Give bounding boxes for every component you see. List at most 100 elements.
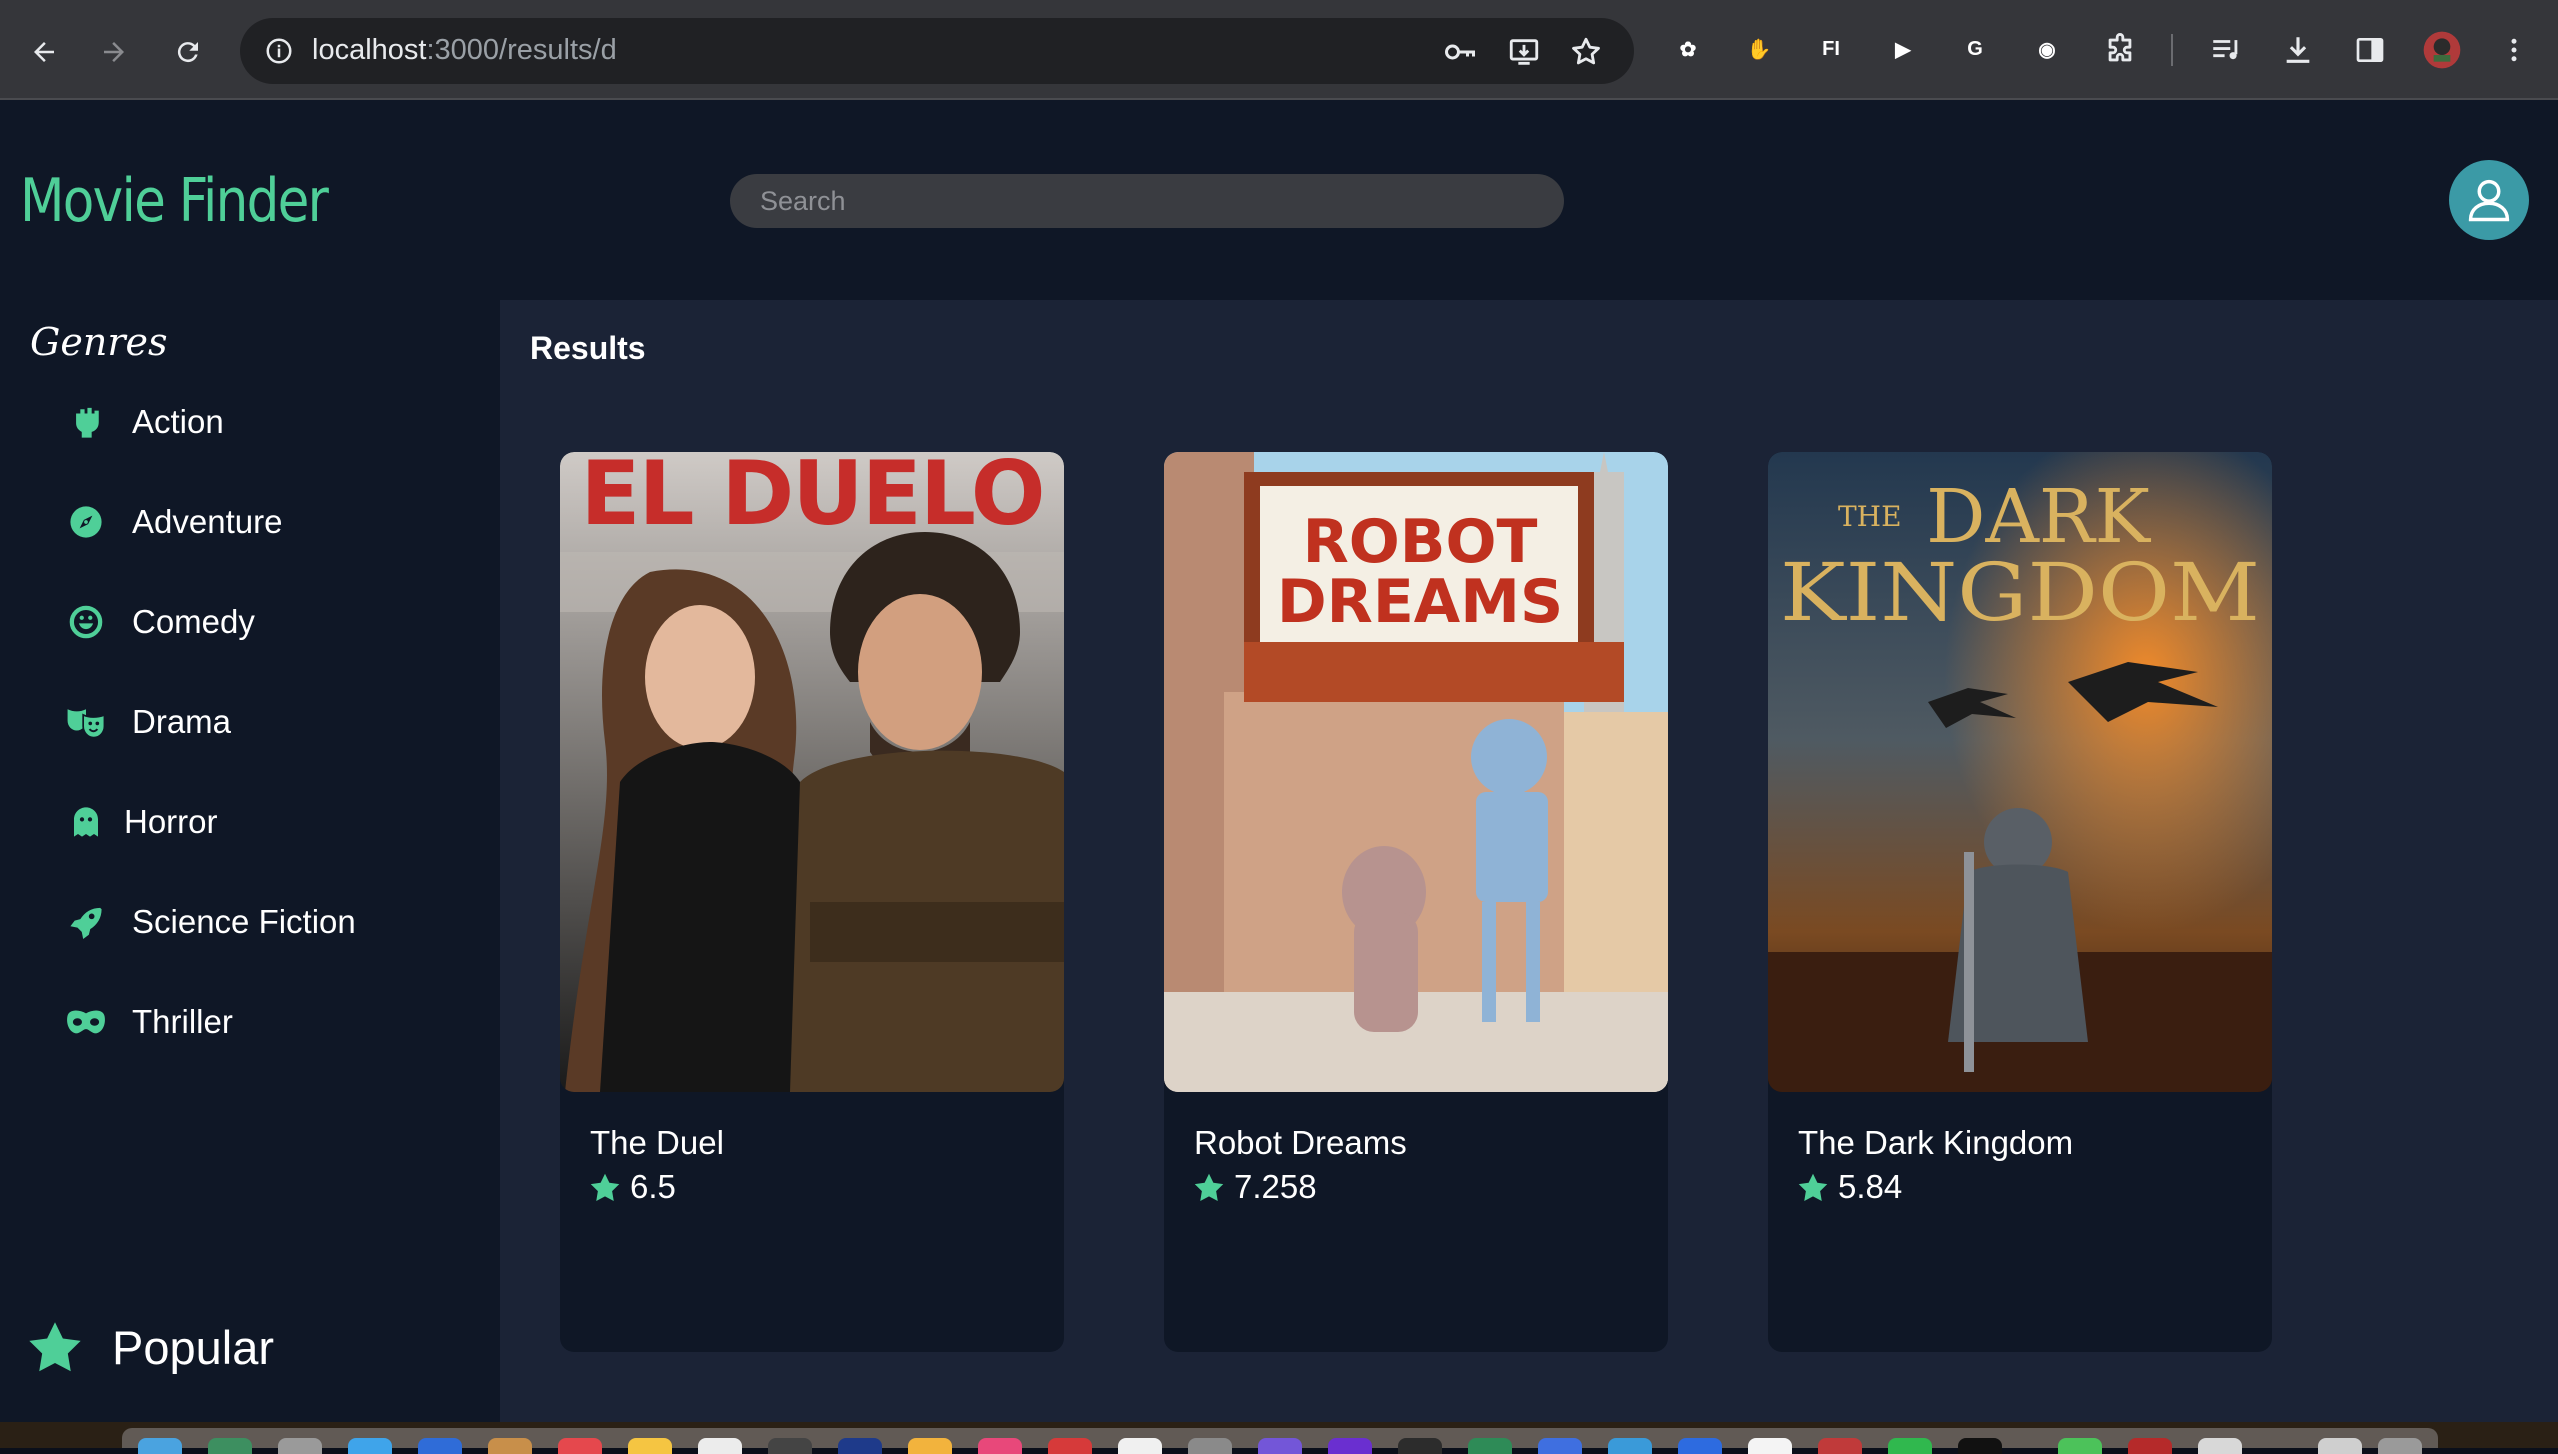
dock-app-icon[interactable] <box>2378 1438 2422 1454</box>
password-key-icon[interactable] <box>1440 32 1480 72</box>
browser-menu-icon[interactable] <box>2492 28 2536 72</box>
dock-app-icon[interactable] <box>1748 1438 1792 1454</box>
results-panel: Results EL DUELO The Duel 6.5 ROBOT DREA… <box>500 300 2558 1422</box>
play-extension-icon[interactable]: ▶ <box>1885 31 1921 67</box>
color-extension-icon[interactable]: ◉ <box>2029 31 2065 67</box>
search-input[interactable] <box>730 174 1564 228</box>
dock-app-icon[interactable] <box>1958 1438 2002 1454</box>
fi-extension-icon[interactable]: FI <box>1813 31 1849 67</box>
poster-title-text: EL DUELO <box>580 452 1043 545</box>
dock-app-icon[interactable] <box>628 1438 672 1454</box>
dock-app-icon[interactable] <box>488 1438 532 1454</box>
dock-app-icon[interactable] <box>838 1438 882 1454</box>
dock-app-icon[interactable] <box>1048 1438 1092 1454</box>
paw-extension-icon[interactable]: ✿ <box>1670 31 1706 67</box>
app-header: Movie Finder <box>0 100 2558 300</box>
user-icon <box>2468 179 2510 222</box>
movie-card[interactable]: EL DUELO The Duel 6.5 <box>560 452 1064 1352</box>
movie-title[interactable]: The Dark Kingdom <box>1798 1124 2073 1162</box>
dock-app-icon[interactable] <box>1468 1438 1512 1454</box>
app-root: Movie Finder Genres Action Adventure Com… <box>0 100 2558 1422</box>
movie-card[interactable]: THE DARK KINGDOM The Dark Kingdom 5.84 <box>1768 452 2272 1352</box>
forward-arrow-icon <box>104 42 124 62</box>
dock-app-icon[interactable] <box>1608 1438 1652 1454</box>
user-avatar[interactable] <box>2449 160 2529 240</box>
reload-button[interactable] <box>162 26 214 78</box>
genre-item-thriller[interactable]: Thriller <box>66 992 233 1052</box>
url-path: :3000/results/d <box>426 34 617 66</box>
forward-button[interactable] <box>88 26 140 78</box>
movie-poster[interactable]: EL DUELO <box>560 452 1064 1092</box>
address-bar[interactable]: localhost:3000/results/d <box>240 18 1634 84</box>
movie-card[interactable]: ROBOT DREAMS Robot Dreams 7.258 <box>1164 452 1668 1352</box>
dock-app-icon[interactable] <box>1258 1438 1302 1454</box>
dock-app-icon[interactable] <box>698 1438 742 1454</box>
grammarly-extension-icon[interactable]: G <box>1957 31 1993 67</box>
dock-app-icon[interactable] <box>768 1438 812 1454</box>
movie-title[interactable]: The Duel <box>590 1124 724 1162</box>
back-button[interactable] <box>18 26 70 78</box>
movie-rating: 5.84 <box>1798 1168 1902 1206</box>
profile-avatar-icon[interactable] <box>2420 28 2464 72</box>
dock-app-icon[interactable] <box>558 1438 602 1454</box>
movie-poster[interactable]: ROBOT DREAMS <box>1164 452 1668 1092</box>
dock-app-icon[interactable] <box>1678 1438 1722 1454</box>
brand-logo[interactable]: Movie Finder <box>20 166 329 236</box>
back-arrow-icon <box>34 42 54 62</box>
dock-app-icon[interactable] <box>978 1438 1022 1454</box>
dock-app-icon[interactable] <box>908 1438 952 1454</box>
dock-app-icon[interactable] <box>1328 1438 1372 1454</box>
browser-toolbar: localhost:3000/results/d ✿ ✋ FI ▶ G ◉ <box>0 0 2558 100</box>
downloads-icon[interactable] <box>2276 28 2320 72</box>
ext-glyph: G <box>1967 37 1983 60</box>
url-host: localhost <box>312 34 427 66</box>
ext-glyph: ✋ <box>1746 38 1772 61</box>
popular-label: Popular <box>112 1320 274 1374</box>
bookmark-star-icon[interactable] <box>1566 32 1606 72</box>
url-text[interactable]: localhost:3000/results/d <box>312 34 617 67</box>
genre-item-adventure[interactable]: Adventure <box>66 492 282 552</box>
movie-rating: 7.258 <box>1194 1168 1317 1206</box>
popular-link[interactable]: Popular <box>28 1312 274 1382</box>
movie-title[interactable]: Robot Dreams <box>1194 1124 1407 1162</box>
dock-app-icon[interactable] <box>208 1438 252 1454</box>
site-info-icon[interactable] <box>260 32 298 70</box>
star-icon <box>1798 1173 1828 1201</box>
genre-label: Drama <box>132 703 232 740</box>
dock-app-icon[interactable] <box>1188 1438 1232 1454</box>
dock-app-icon[interactable] <box>2198 1438 2242 1454</box>
movie-poster[interactable]: THE DARK KINGDOM <box>1768 452 2272 1092</box>
dock-app-icon[interactable] <box>2058 1438 2102 1454</box>
star-icon <box>29 1322 81 1372</box>
dock-app-icon[interactable] <box>418 1438 462 1454</box>
genre-item-drama[interactable]: Drama <box>66 692 231 752</box>
genre-item-action[interactable]: Action <box>66 392 224 452</box>
mask-icon <box>66 1002 106 1042</box>
genre-item-comedy[interactable]: Comedy <box>66 592 255 652</box>
star-icon <box>590 1173 620 1201</box>
poster-title-text-2: KINGDOM <box>1780 546 2260 639</box>
dock-app-icon[interactable] <box>1818 1438 1862 1454</box>
install-app-icon[interactable] <box>1504 32 1544 72</box>
extensions-puzzle-icon[interactable] <box>2098 28 2142 72</box>
genres-sidebar: Genres Action Adventure Comedy Drama Hor… <box>0 300 500 1422</box>
dock-shelf <box>122 1428 2438 1454</box>
dock-app-icon[interactable] <box>1398 1438 1442 1454</box>
ghost-icon <box>66 802 106 842</box>
side-panel-icon[interactable] <box>2348 28 2392 72</box>
dock-app-icon[interactable] <box>348 1438 392 1454</box>
dock-app-icon[interactable] <box>138 1438 182 1454</box>
ext-glyph: ✿ <box>1679 38 1697 61</box>
genre-item-science-fiction[interactable]: Science Fiction <box>66 892 356 952</box>
dock-app-icon[interactable] <box>1888 1438 1932 1454</box>
dock-app-icon[interactable] <box>2128 1438 2172 1454</box>
genre-item-horror[interactable]: Horror <box>66 792 218 852</box>
genre-label: Horror <box>124 803 218 840</box>
dock-app-icon[interactable] <box>278 1438 322 1454</box>
dock-app-icon[interactable] <box>1538 1438 1582 1454</box>
dock-app-icon[interactable] <box>2318 1438 2362 1454</box>
hand-extension-icon[interactable]: ✋ <box>1741 31 1777 67</box>
rating-value: 6.5 <box>630 1168 676 1205</box>
media-controls-icon[interactable] <box>2204 28 2248 72</box>
dock-app-icon[interactable] <box>1118 1438 1162 1454</box>
